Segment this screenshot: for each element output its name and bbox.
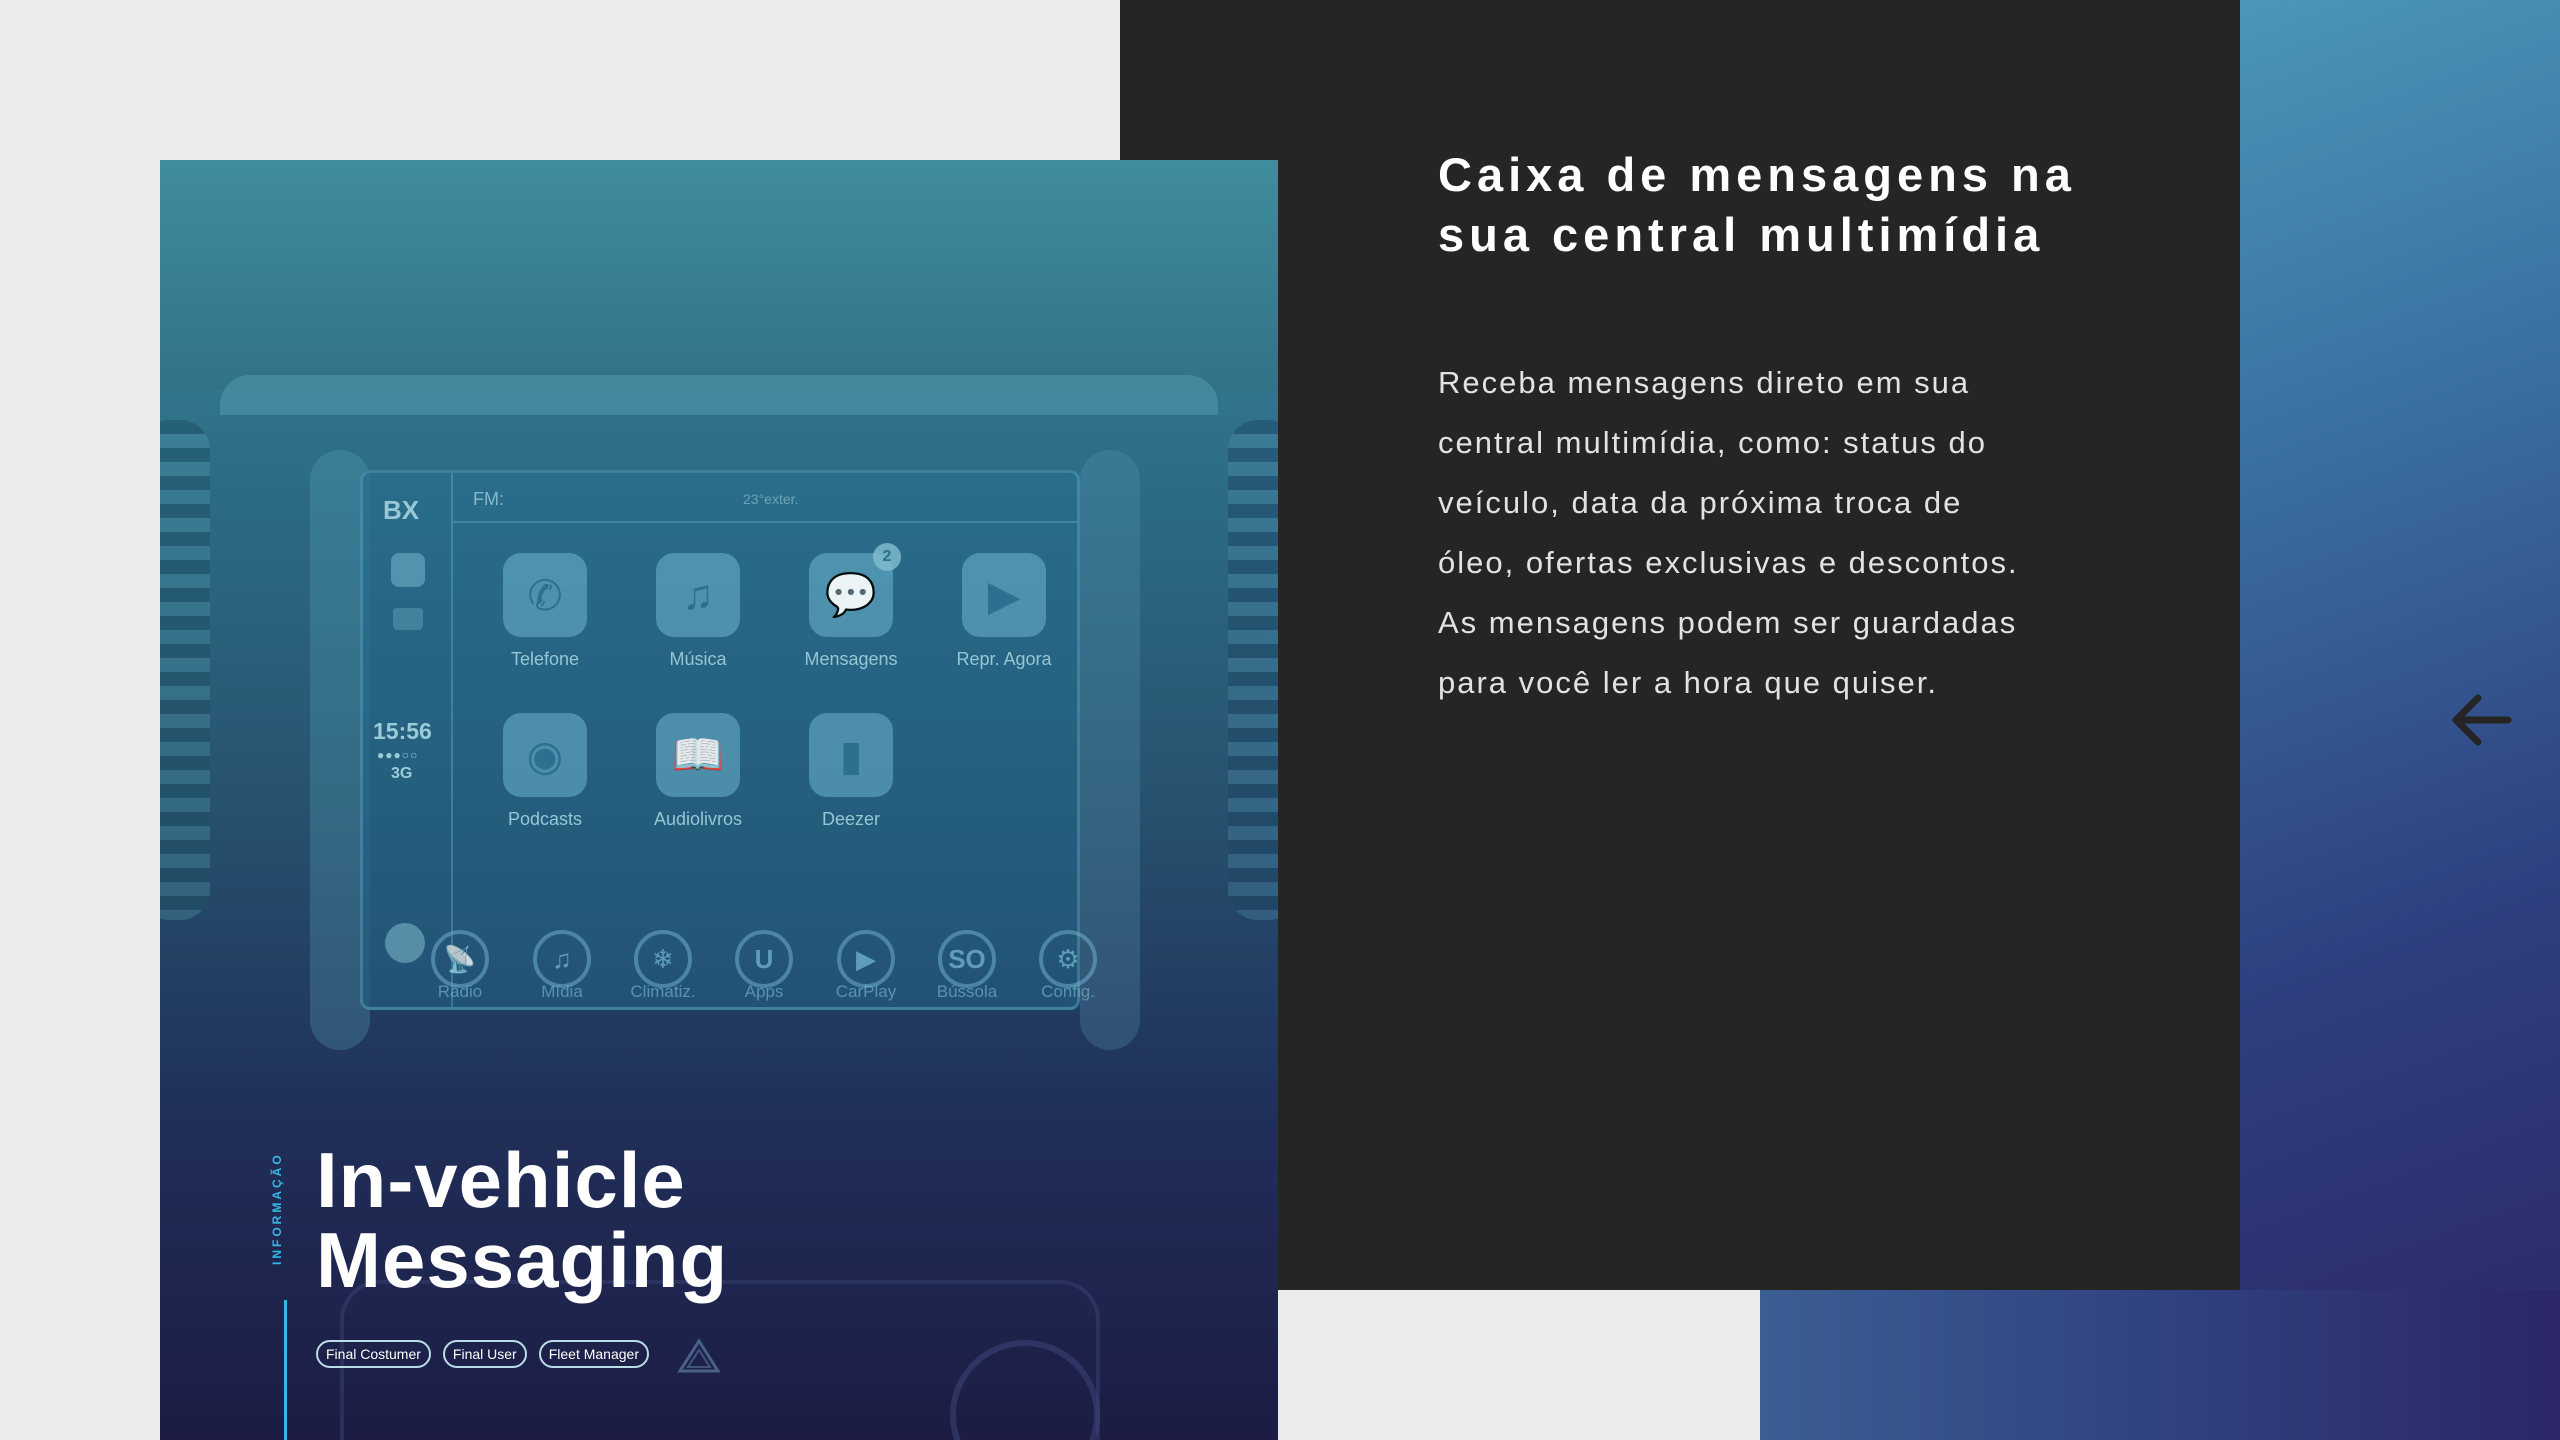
- info-body: Receba mensagens direto em sua central m…: [1438, 365, 2019, 700]
- app-label: Deezer: [821, 809, 881, 829]
- screen-sidebar: BX 15:56 ●●●○○ 3G: [363, 473, 453, 1007]
- signal-dots: ●●●○○: [377, 748, 419, 762]
- category-label: INFORMAÇÃO: [270, 1152, 284, 1265]
- dock-label: Bússola: [936, 982, 998, 1001]
- temperature-label: 23°exter.: [743, 491, 799, 507]
- info-title-line2: sua central multimídia: [1438, 208, 2045, 261]
- app-label: Audiolivros: [653, 809, 743, 829]
- tag-final-costumer: Final Costumer: [316, 1340, 431, 1368]
- warning-triangle-icon: [677, 1338, 721, 1373]
- app-musica: ♫ Música: [643, 553, 753, 670]
- apps-icon: U: [735, 930, 793, 988]
- dashboard-top: [160, 160, 1278, 390]
- phone-icon: ✆: [503, 553, 587, 637]
- hero-title: In-vehicle Messaging: [316, 1140, 728, 1300]
- dock-item-carplay: ▶ CarPlay: [821, 930, 911, 1002]
- music-icon: ♫: [656, 553, 740, 637]
- carplay-icon: ▶: [837, 930, 895, 988]
- dock-item-bussola: SO Bússola: [922, 930, 1012, 1002]
- info-title: Caixa de mensagens na sua central multim…: [1438, 145, 2138, 265]
- dock-item-climatiz: ❄ Climatiz.: [618, 930, 708, 1002]
- app-deezer: ▮ Deezer: [796, 713, 906, 830]
- info-title-line1: Caixa de mensagens na: [1438, 148, 2076, 201]
- message-icon: 💬 2: [809, 543, 901, 637]
- network-type: 3G: [391, 765, 413, 782]
- app-label: Música: [669, 649, 727, 669]
- podcast-icon: ◉: [503, 713, 587, 797]
- air-vent-right: [1228, 420, 1278, 920]
- infotainment-dock: 📡 Rádio ♫ Mídia ❄ Climatiz. U Apps ▶ Car…: [360, 930, 1097, 1020]
- app-label: Telefone: [510, 649, 580, 669]
- radio-label: FM:: [473, 489, 504, 509]
- dock-label: Mídia: [541, 982, 583, 1001]
- app-label: Repr. Agora: [956, 649, 1052, 669]
- app-telefone: ✆ Telefone: [490, 553, 600, 670]
- app-label: Podcasts: [507, 809, 583, 829]
- tag-fleet-manager: Fleet Manager: [538, 1340, 649, 1368]
- notification-badge: 2: [873, 543, 901, 571]
- compass-icon: SO: [938, 930, 996, 988]
- settings-icon: ⚙: [1039, 930, 1097, 988]
- equalizer-icon: ▮: [809, 713, 893, 797]
- hero-title-line2: Messaging: [316, 1216, 729, 1304]
- infotainment-screen: BX 15:56 ●●●○○ 3G FM: 23°exter. ✆ Telefo…: [360, 470, 1080, 1010]
- screen-status-bar: FM: 23°exter.: [453, 473, 1077, 523]
- app-label: Mensagens: [804, 649, 898, 669]
- audience-tags: Final Costumer Final User Fleet Manager: [316, 1340, 649, 1368]
- dashboard-rim: [220, 375, 1218, 415]
- play-icon: ▶: [962, 553, 1046, 637]
- dock-label: CarPlay: [835, 982, 897, 1001]
- air-vent-left: [160, 420, 210, 920]
- dock-item-apps: U Apps: [719, 930, 809, 1002]
- dock-label: Climatiz.: [630, 982, 696, 1001]
- clock: 15:56: [373, 718, 432, 744]
- tag-final-user: Final User: [442, 1340, 527, 1368]
- bottom-gradient-band: [1760, 1290, 2560, 1440]
- accent-line: [284, 1300, 287, 1440]
- dock-item-config: ⚙ Config.: [1023, 930, 1113, 1002]
- dock-item-midia: ♫ Mídia: [517, 930, 607, 1002]
- brand-logo: BX: [383, 495, 420, 525]
- app-audiolivros: 📖 Audiolivros: [643, 713, 753, 830]
- arrow-left-icon: [2452, 694, 2512, 746]
- radio-icon: 📡: [431, 930, 489, 988]
- hero-title-line1: In-vehicle: [316, 1136, 686, 1224]
- sidebar-chart-icon: [393, 608, 423, 630]
- dock-label: Apps: [744, 982, 784, 1001]
- message-glyph: 💬: [824, 570, 878, 618]
- climate-icon: ❄: [634, 930, 692, 988]
- info-content: Caixa de mensagens na sua central multim…: [1438, 145, 2138, 713]
- back-button[interactable]: [2448, 692, 2512, 748]
- dock-item-radio: 📡 Rádio: [415, 930, 505, 1002]
- app-mensagens: 💬 2 Mensagens: [796, 543, 906, 670]
- dock-label: Config.: [1041, 982, 1095, 1001]
- dock-label: Rádio: [437, 982, 483, 1001]
- app-repr-agora: ▶ Repr. Agora: [949, 553, 1059, 670]
- media-icon: ♫: [533, 930, 591, 988]
- book-icon: 📖: [656, 713, 740, 797]
- sidebar-app-icon: [391, 553, 425, 587]
- app-podcasts: ◉ Podcasts: [490, 713, 600, 830]
